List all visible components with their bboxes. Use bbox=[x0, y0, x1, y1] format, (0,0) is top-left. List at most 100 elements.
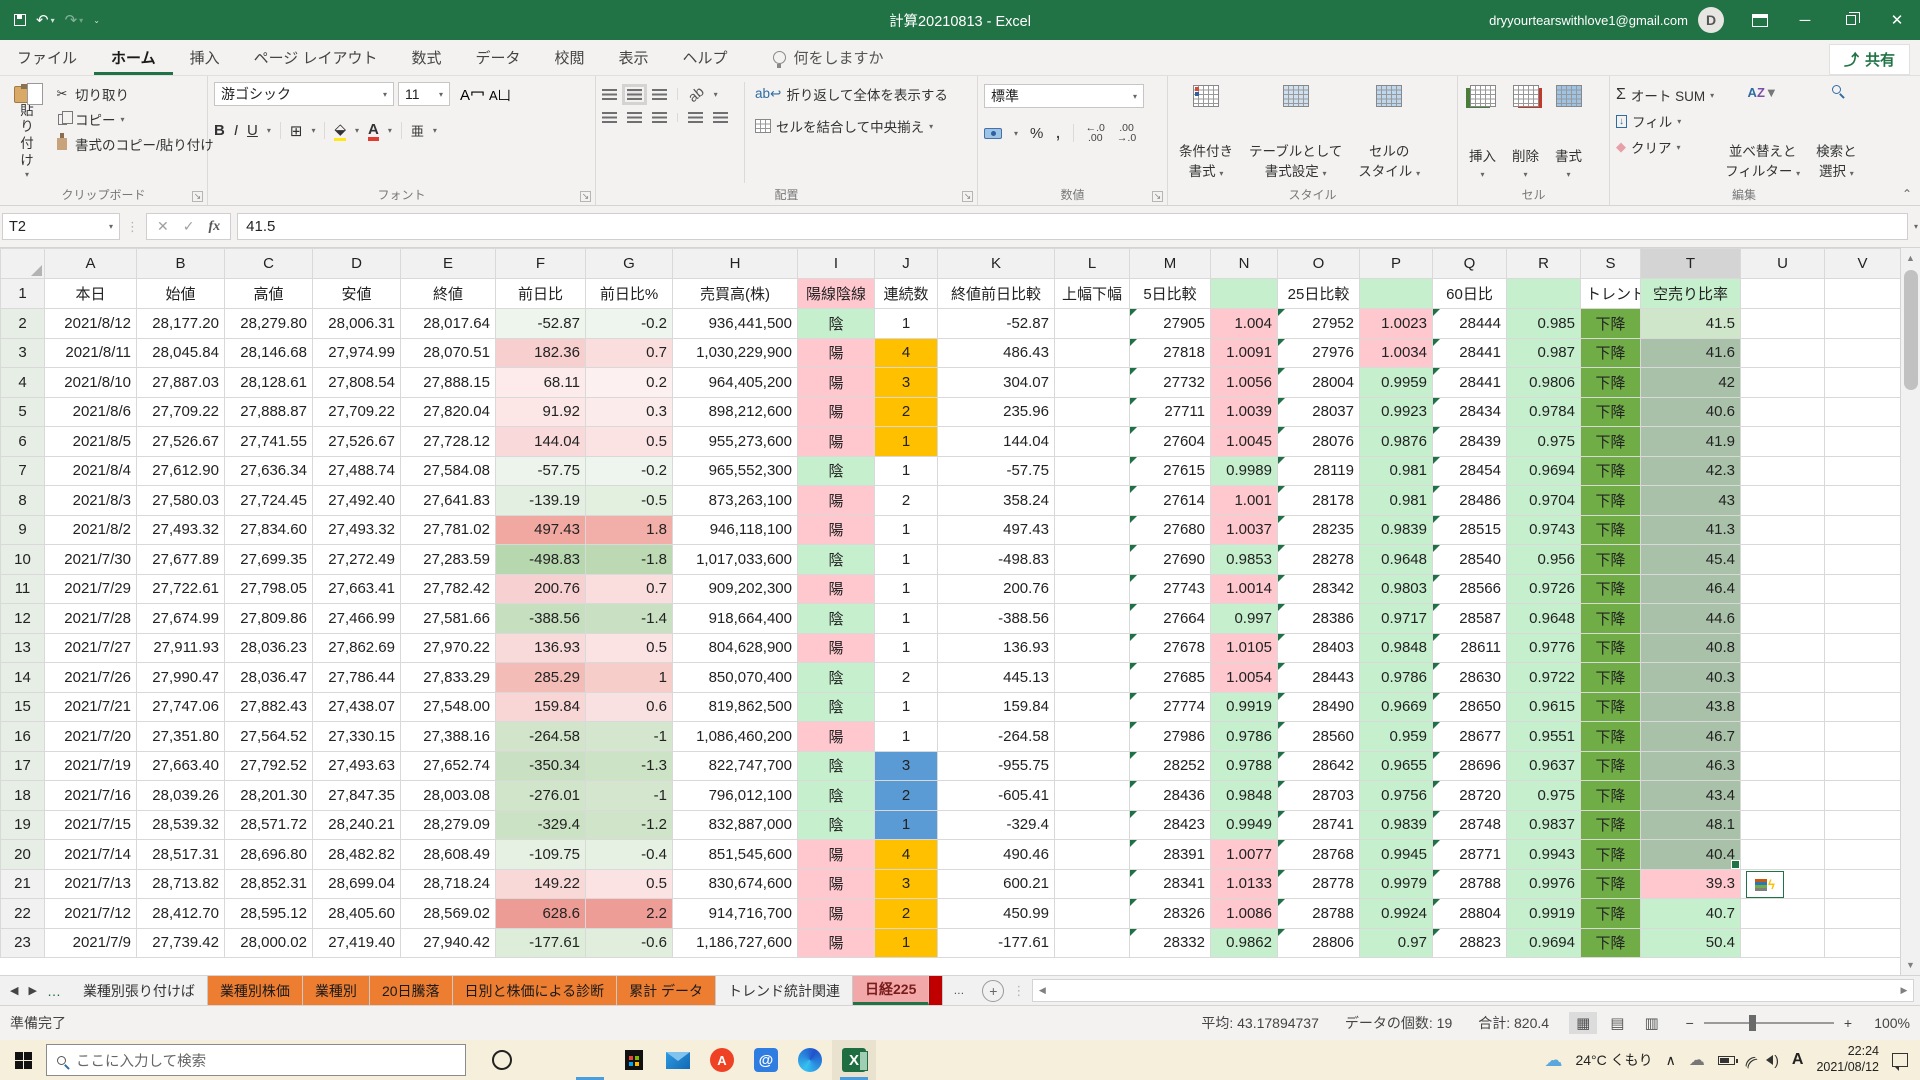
cell-P19[interactable]: 0.9839 bbox=[1360, 810, 1433, 840]
sheet-overflow-right[interactable]: … bbox=[953, 985, 964, 997]
cell-C8[interactable]: 27,724.45 bbox=[225, 486, 313, 516]
cell-R19[interactable]: 0.9837 bbox=[1507, 810, 1581, 840]
cell-V1[interactable] bbox=[1825, 279, 1901, 309]
save-button[interactable] bbox=[14, 14, 26, 26]
cell-T5[interactable]: 40.6 bbox=[1641, 397, 1741, 427]
cell-A9[interactable]: 2021/8/2 bbox=[45, 515, 137, 545]
cell-H22[interactable]: 914,716,700 bbox=[673, 899, 798, 929]
copy-button[interactable]: コピー ▾ bbox=[54, 109, 214, 129]
cell-E9[interactable]: 27,781.02 bbox=[401, 515, 496, 545]
cell-T9[interactable]: 41.3 bbox=[1641, 515, 1741, 545]
cell-E8[interactable]: 27,641.83 bbox=[401, 486, 496, 516]
increase-decimal-button[interactable]: ←.0.00 bbox=[1086, 123, 1105, 144]
taskbar-abema-icon[interactable]: A bbox=[700, 1040, 744, 1080]
hscroll-left-icon[interactable]: ◀ bbox=[1033, 985, 1051, 996]
cell-D12[interactable]: 27,466.99 bbox=[313, 604, 401, 634]
cell-Q5[interactable]: 28434 bbox=[1433, 397, 1507, 427]
cell-J6[interactable]: 1 bbox=[875, 427, 938, 457]
cell-G2[interactable]: -0.2 bbox=[586, 309, 673, 339]
page-break-view-button[interactable]: ▥ bbox=[1637, 1012, 1665, 1034]
cell-B18[interactable]: 28,039.26 bbox=[137, 781, 225, 811]
cell-K7[interactable]: -57.75 bbox=[938, 456, 1055, 486]
cell-U8[interactable] bbox=[1741, 486, 1825, 516]
cell-U18[interactable] bbox=[1741, 781, 1825, 811]
cell-E4[interactable]: 27,888.15 bbox=[401, 368, 496, 398]
cell-H7[interactable]: 965,552,300 bbox=[673, 456, 798, 486]
cell-L14[interactable] bbox=[1055, 663, 1130, 693]
cell-E7[interactable]: 27,584.08 bbox=[401, 456, 496, 486]
new-sheet-button[interactable]: + bbox=[982, 980, 1004, 1002]
row-header-5[interactable]: 5 bbox=[1, 397, 45, 427]
italic-button[interactable]: I bbox=[234, 122, 238, 139]
ribbon-tab-3[interactable]: ページ レイアウト bbox=[237, 40, 395, 75]
cell-N8[interactable]: 1.001 bbox=[1211, 486, 1278, 516]
undo-button[interactable]: ↶▾ bbox=[36, 11, 55, 29]
cell-K15[interactable]: 159.84 bbox=[938, 692, 1055, 722]
align-left-icon[interactable] bbox=[602, 112, 617, 123]
sheet-tab-5[interactable]: 累計 データ bbox=[617, 976, 716, 1005]
insert-cells-button[interactable]: 挿入▾ bbox=[1464, 82, 1501, 183]
cell-E22[interactable]: 28,569.02 bbox=[401, 899, 496, 929]
cell-D21[interactable]: 28,699.04 bbox=[313, 869, 401, 899]
cell-M15[interactable]: 27774 bbox=[1130, 692, 1211, 722]
cell-T18[interactable]: 43.4 bbox=[1641, 781, 1741, 811]
cell-K13[interactable]: 136.93 bbox=[938, 633, 1055, 663]
cell-P9[interactable]: 0.9839 bbox=[1360, 515, 1433, 545]
namebox-splitter[interactable]: ⋮ bbox=[126, 219, 140, 235]
cell-J16[interactable]: 1 bbox=[875, 722, 938, 752]
cell-B4[interactable]: 27,887.03 bbox=[137, 368, 225, 398]
cell-K6[interactable]: 144.04 bbox=[938, 427, 1055, 457]
row-header-8[interactable]: 8 bbox=[1, 486, 45, 516]
cell-L22[interactable] bbox=[1055, 899, 1130, 929]
cell-H11[interactable]: 909,202,300 bbox=[673, 574, 798, 604]
vertical-scroll-thumb[interactable] bbox=[1904, 270, 1918, 390]
cell-G5[interactable]: 0.3 bbox=[586, 397, 673, 427]
cell-L8[interactable] bbox=[1055, 486, 1130, 516]
cell-B2[interactable]: 28,177.20 bbox=[137, 309, 225, 339]
cell-D9[interactable]: 27,493.32 bbox=[313, 515, 401, 545]
cell-C13[interactable]: 28,036.23 bbox=[225, 633, 313, 663]
cell-N20[interactable]: 1.0077 bbox=[1211, 840, 1278, 870]
cell-J15[interactable]: 1 bbox=[875, 692, 938, 722]
expand-formula-bar-icon[interactable]: ▾ bbox=[1914, 222, 1918, 231]
cell-H19[interactable]: 832,887,000 bbox=[673, 810, 798, 840]
cell-F2[interactable]: -52.87 bbox=[496, 309, 586, 339]
cell-K12[interactable]: -388.56 bbox=[938, 604, 1055, 634]
cell-P12[interactable]: 0.9717 bbox=[1360, 604, 1433, 634]
cell-J18[interactable]: 2 bbox=[875, 781, 938, 811]
row-header-1[interactable]: 1 bbox=[1, 279, 45, 309]
shrink-font-button[interactable]: A⼐ bbox=[489, 85, 511, 104]
row-header-18[interactable]: 18 bbox=[1, 781, 45, 811]
page-layout-view-button[interactable]: ▤ bbox=[1603, 1012, 1631, 1034]
cell-N4[interactable]: 1.0056 bbox=[1211, 368, 1278, 398]
cell-N15[interactable]: 0.9919 bbox=[1211, 692, 1278, 722]
zoom-slider-thumb[interactable] bbox=[1749, 1015, 1756, 1031]
clipboard-dialog-launcher[interactable]: ↘ bbox=[192, 191, 203, 202]
cell-E3[interactable]: 28,070.51 bbox=[401, 338, 496, 368]
cell-S14[interactable]: 下降 bbox=[1581, 663, 1641, 693]
account-email[interactable]: dryyourtearswithlove1@gmail.com bbox=[1489, 13, 1688, 28]
cell-K1[interactable]: 終値前日比較 bbox=[938, 279, 1055, 309]
cell-S8[interactable]: 下降 bbox=[1581, 486, 1641, 516]
font-dialog-launcher[interactable]: ↘ bbox=[580, 191, 591, 202]
cell-V10[interactable] bbox=[1825, 545, 1901, 575]
cell-N3[interactable]: 1.0091 bbox=[1211, 338, 1278, 368]
row-header-16[interactable]: 16 bbox=[1, 722, 45, 752]
cell-D3[interactable]: 27,974.99 bbox=[313, 338, 401, 368]
increase-indent-icon[interactable] bbox=[713, 112, 728, 123]
column-header-C[interactable]: C bbox=[225, 249, 313, 279]
cell-D7[interactable]: 27,488.74 bbox=[313, 456, 401, 486]
cell-L12[interactable] bbox=[1055, 604, 1130, 634]
battery-icon[interactable] bbox=[1718, 1056, 1735, 1065]
cell-F16[interactable]: -264.58 bbox=[496, 722, 586, 752]
column-header-H[interactable]: H bbox=[673, 249, 798, 279]
cell-A16[interactable]: 2021/7/20 bbox=[45, 722, 137, 752]
cell-L6[interactable] bbox=[1055, 427, 1130, 457]
cell-U12[interactable] bbox=[1741, 604, 1825, 634]
cell-B1[interactable]: 始値 bbox=[137, 279, 225, 309]
sheet-nav-left-icon[interactable]: ◀ bbox=[10, 984, 18, 997]
sheet-tab-0[interactable]: 業種別張り付けば bbox=[71, 976, 208, 1005]
cell-H6[interactable]: 955,273,600 bbox=[673, 427, 798, 457]
taskbar-mail-icon[interactable] bbox=[656, 1040, 700, 1080]
cell-V4[interactable] bbox=[1825, 368, 1901, 398]
